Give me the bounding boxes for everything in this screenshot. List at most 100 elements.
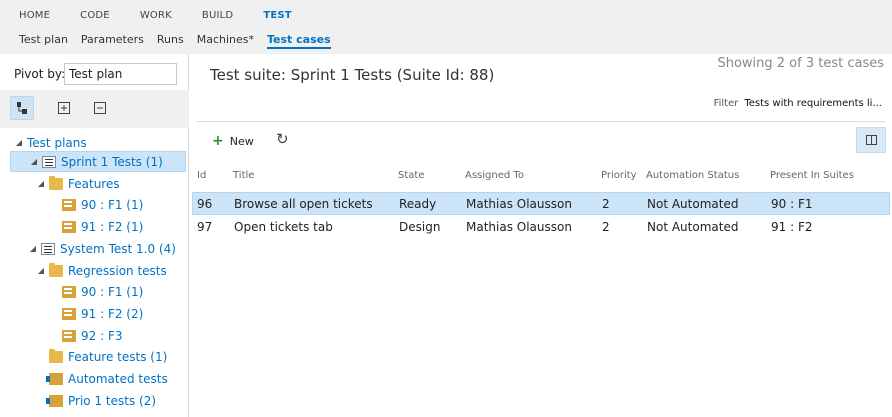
filter-value[interactable]: Tests with requirements li... bbox=[744, 98, 882, 109]
cell-assigned-to: Mathias Olausson bbox=[466, 197, 572, 211]
side-pane-icon bbox=[865, 135, 877, 145]
query-suite-icon bbox=[46, 372, 63, 385]
refresh-icon[interactable]: ↻ bbox=[276, 130, 289, 148]
primary-nav: HOME CODE WORK BUILD TEST bbox=[0, 10, 303, 26]
cell-priority: 2 bbox=[602, 220, 610, 234]
folder-icon bbox=[49, 348, 63, 363]
expand-all-button[interactable] bbox=[52, 96, 76, 120]
folder-icon bbox=[49, 175, 63, 190]
tree-node-label: Prio 1 tests (2) bbox=[68, 393, 157, 408]
cell-title: Browse all open tickets bbox=[234, 197, 373, 211]
collapse-triangle-icon[interactable]: ◢ bbox=[36, 179, 46, 188]
expand-icon bbox=[58, 102, 70, 114]
nav-code[interactable]: CODE bbox=[80, 10, 110, 26]
cell-present-in-suites: 90 : F1 bbox=[771, 197, 813, 211]
table-row[interactable]: 96 Browse all open tickets Ready Mathias… bbox=[192, 192, 890, 215]
tab-test-cases[interactable]: Test cases bbox=[267, 33, 331, 49]
page-title: Test suite: Sprint 1 Tests (Suite Id: 88… bbox=[210, 66, 495, 84]
tree-node-automated-tests[interactable]: Automated tests bbox=[46, 368, 168, 389]
tree-node-label: 90 : F1 (1) bbox=[81, 197, 144, 212]
new-button-label: New bbox=[229, 134, 254, 148]
column-header-title[interactable]: Title bbox=[233, 170, 254, 181]
collapse-triangle-icon[interactable]: ◢ bbox=[28, 244, 38, 253]
grid-toolbar: + New ↻ bbox=[196, 121, 886, 157]
tree-node-features[interactable]: ◢ Features bbox=[36, 173, 120, 194]
column-header-assigned-to[interactable]: Assigned To bbox=[465, 170, 524, 181]
cell-priority: 2 bbox=[602, 197, 610, 211]
toggle-pane-button[interactable] bbox=[856, 127, 886, 153]
tree-node-prio-1-tests[interactable]: Prio 1 tests (2) bbox=[46, 390, 157, 411]
collapse-triangle-icon[interactable]: ◢ bbox=[36, 266, 46, 275]
column-header-state[interactable]: State bbox=[398, 170, 424, 181]
tab-runs[interactable]: Runs bbox=[157, 33, 184, 49]
new-test-case-button[interactable]: + New bbox=[212, 133, 254, 149]
filter-label: Filter bbox=[713, 98, 739, 109]
cell-id: 97 bbox=[197, 220, 213, 234]
tree-node-91-f2[interactable]: 91 : F2 (2) bbox=[62, 303, 143, 324]
tree-node-test-plans[interactable]: ◢ Test plans bbox=[14, 132, 87, 153]
collapse-triangle-icon[interactable]: ◢ bbox=[29, 157, 39, 166]
tree-node-92-f3[interactable]: 92 : F3 bbox=[62, 325, 122, 346]
pivot-select[interactable] bbox=[64, 63, 177, 85]
tab-machines[interactable]: Machines* bbox=[197, 33, 254, 49]
requirement-suite-icon bbox=[62, 220, 76, 233]
tree-node-label: Automated tests bbox=[68, 371, 168, 386]
column-header-automation-status[interactable]: Automation Status bbox=[646, 170, 739, 181]
column-header-present-in-suites[interactable]: Present In Suites bbox=[770, 170, 854, 181]
column-header-priority[interactable]: Priority bbox=[601, 170, 637, 181]
cell-automation-status: Not Automated bbox=[647, 197, 739, 211]
filter-bar[interactable]: Filter Tests with requirements li... bbox=[714, 98, 882, 109]
nav-work[interactable]: WORK bbox=[140, 10, 172, 26]
tab-parameters[interactable]: Parameters bbox=[81, 33, 144, 49]
plus-icon: + bbox=[212, 133, 224, 149]
tree-node-91-f2[interactable]: 91 : F2 (1) bbox=[62, 216, 143, 237]
tree-node-label: Regression tests bbox=[68, 263, 167, 278]
test-case-count: Showing 2 of 3 test cases bbox=[717, 56, 884, 71]
tab-test-plan[interactable]: Test plan bbox=[19, 33, 68, 49]
cell-assigned-to: Mathias Olausson bbox=[466, 220, 572, 234]
requirement-suite-icon bbox=[62, 329, 76, 342]
cell-automation-status: Not Automated bbox=[647, 220, 739, 234]
tree-node-system-test[interactable]: ◢ System Test 1.0 (4) bbox=[28, 238, 176, 259]
nav-test[interactable]: TEST bbox=[263, 10, 291, 26]
nav-build[interactable]: BUILD bbox=[202, 10, 233, 26]
requirement-suite-icon bbox=[62, 198, 76, 211]
suite-icon bbox=[41, 242, 55, 255]
tree-icon bbox=[17, 102, 27, 114]
tree-node-label: Test plans bbox=[27, 135, 87, 150]
requirement-suite-icon bbox=[62, 307, 76, 320]
requirement-suite-icon bbox=[62, 285, 76, 298]
tree-toolbar bbox=[0, 90, 189, 128]
left-pane: Pivot by: ◢ Test plans bbox=[0, 54, 189, 417]
cell-state: Design bbox=[399, 220, 441, 234]
tree-node-label: 92 : F3 bbox=[81, 328, 123, 343]
tree-node-label: 90 : F1 (1) bbox=[81, 284, 144, 299]
tree-node-label: System Test 1.0 (4) bbox=[60, 241, 176, 256]
tree-node-label: 91 : F2 (1) bbox=[81, 219, 144, 234]
collapse-all-button[interactable] bbox=[88, 96, 112, 120]
tree-node-label: Features bbox=[68, 176, 120, 191]
tree-node-label: 91 : F2 (2) bbox=[81, 306, 144, 321]
tree-node-regression-tests[interactable]: ◢ Regression tests bbox=[36, 260, 167, 281]
tree-node-sprint-1-tests[interactable]: ◢ Sprint 1 Tests (1) bbox=[10, 151, 186, 172]
cell-present-in-suites: 91 : F2 bbox=[771, 220, 813, 234]
collapse-triangle-icon[interactable]: ◢ bbox=[14, 138, 24, 147]
pivot-label: Pivot by: bbox=[14, 67, 66, 81]
cell-id: 96 bbox=[197, 197, 213, 211]
tree-node-90-f1[interactable]: 90 : F1 (1) bbox=[62, 281, 143, 302]
top-navigation: HOME CODE WORK BUILD TEST Test plan Para… bbox=[0, 0, 892, 54]
folder-icon bbox=[49, 262, 63, 277]
collapse-icon bbox=[94, 102, 106, 114]
grid-header: Id Title State Assigned To Priority Auto… bbox=[190, 170, 892, 190]
suite-icon bbox=[42, 155, 56, 168]
tree-node-feature-tests[interactable]: Feature tests (1) bbox=[49, 346, 167, 367]
tree-node-label: Feature tests (1) bbox=[68, 349, 168, 364]
table-row[interactable]: 97 Open tickets tab Design Mathias Olaus… bbox=[192, 216, 890, 239]
column-header-id[interactable]: Id bbox=[197, 170, 206, 181]
tree-node-90-f1[interactable]: 90 : F1 (1) bbox=[62, 194, 143, 215]
tree-view-button[interactable] bbox=[10, 96, 34, 120]
cell-title: Open tickets tab bbox=[234, 220, 333, 234]
secondary-nav: Test plan Parameters Runs Machines* Test… bbox=[0, 33, 331, 49]
main-pane: Test suite: Sprint 1 Tests (Suite Id: 88… bbox=[190, 54, 892, 417]
nav-home[interactable]: HOME bbox=[19, 10, 50, 26]
